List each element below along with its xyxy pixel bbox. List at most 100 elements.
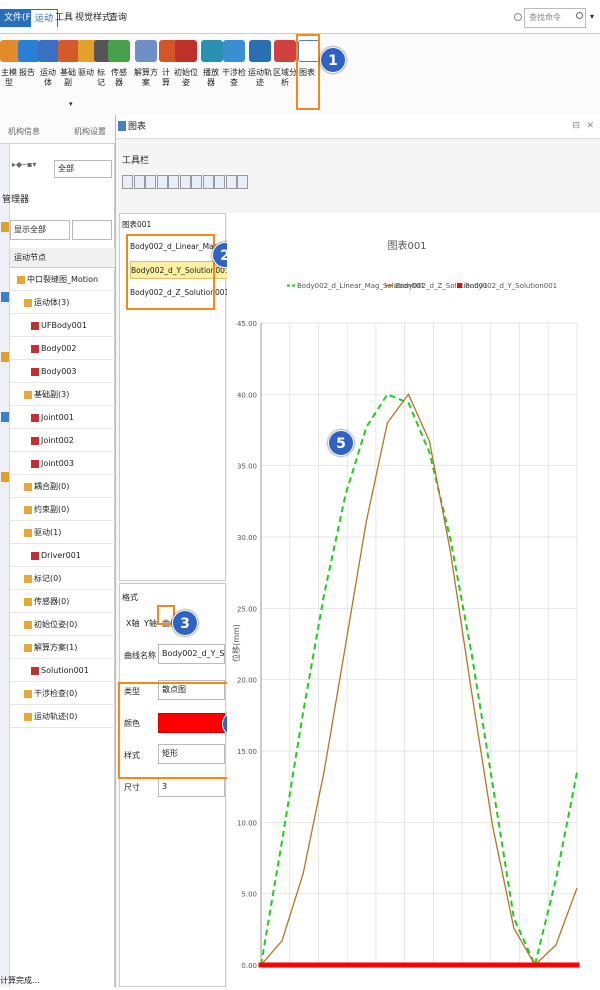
tree-node-label: 运动轨迹(0): [34, 712, 78, 721]
status-text: 计算完成...: [0, 976, 40, 985]
data-point-marker: [276, 962, 282, 968]
data-point-marker: [565, 962, 571, 968]
chart-toolbar-button[interactable]: [214, 175, 225, 189]
data-point-marker: [353, 962, 359, 968]
report-button[interactable]: 报告: [18, 36, 40, 116]
tree-node[interactable]: 运动体(3): [10, 291, 115, 314]
tree-node-icon: [24, 643, 32, 652]
data-point-marker: [497, 962, 503, 968]
toolbar-label: 工具栏: [122, 156, 150, 166]
tree-node[interactable]: 中口裂缝图_Motion: [10, 268, 115, 291]
tree-node[interactable]: 驱动(1): [10, 521, 115, 544]
base-joint-button[interactable]: 基础副: [58, 36, 80, 116]
chart-toolbar-button[interactable]: [237, 175, 248, 189]
tree-node-label: 驱动(1): [34, 528, 62, 537]
tree-node-label: 干涉检查(0): [34, 689, 78, 698]
tree-node-label: 传感器(0): [34, 597, 70, 606]
bell-icon[interactable]: [514, 13, 522, 21]
tree-node[interactable]: 干涉检查(0): [10, 682, 115, 705]
chart-toolbar-button[interactable]: [179, 175, 191, 189]
tree-node[interactable]: 解算方案(1): [10, 636, 115, 659]
sensor-button[interactable]: 传感器: [108, 36, 130, 116]
curve-name-field[interactable]: Body002_d_Y_Solution001: [158, 644, 225, 664]
tree-node-label: 初始位姿(0): [34, 620, 78, 629]
tool-icon-4[interactable]: [1, 412, 9, 422]
y-tick-label: 0.00: [241, 962, 257, 970]
data-point-marker: [533, 962, 539, 968]
chart-toolbar-button[interactable]: [133, 175, 145, 189]
tree-node-label: 标记(0): [34, 574, 62, 583]
driver-button[interactable]: 驱动: [78, 36, 100, 116]
area-analysis-button[interactable]: 区域分析: [273, 36, 297, 116]
data-point-marker: [371, 962, 377, 968]
tree-node[interactable]: 运动轨迹(0): [10, 705, 115, 728]
tool-icon-3[interactable]: [1, 352, 9, 362]
tool-icon-2[interactable]: [1, 292, 9, 302]
menu-query[interactable]: 查询: [105, 9, 131, 27]
y-tick-label: 35.00: [237, 463, 257, 471]
data-point-marker: [479, 962, 485, 968]
chart-toolbar-button[interactable]: [202, 175, 214, 189]
tree-node-label: Joint001: [41, 413, 74, 422]
data-point-marker: [348, 962, 354, 968]
data-point-marker: [470, 962, 476, 968]
player-button[interactable]: 播放器: [201, 36, 223, 116]
data-point-marker: [569, 962, 575, 968]
filter-icons[interactable]: ▸◆─▪▾: [12, 160, 52, 174]
tree-node[interactable]: Body003: [10, 360, 115, 383]
tree-node-label: 耦合副(0): [34, 482, 70, 491]
tree-node[interactable]: Joint002: [10, 429, 115, 452]
tree-node-icon: [24, 620, 32, 629]
tree-node[interactable]: Joint001: [10, 406, 115, 429]
chart-toolbar-button[interactable]: [225, 175, 237, 189]
tool-icon-5[interactable]: [1, 472, 9, 482]
chevron-down-icon[interactable]: ▾: [590, 12, 594, 21]
joint-icon: [58, 40, 80, 62]
tree-node[interactable]: Driver001: [10, 544, 115, 567]
tree-node[interactable]: UFBody001: [10, 314, 115, 337]
data-point-marker: [443, 962, 449, 968]
chart-toolbar-button[interactable]: [156, 175, 168, 189]
chart-toolbar-button[interactable]: [145, 175, 156, 189]
data-point-marker: [272, 962, 278, 968]
tree-node[interactable]: 基础副(3): [10, 383, 115, 406]
data-point-marker: [263, 962, 269, 968]
search-icon[interactable]: [576, 12, 583, 19]
motion-body-button[interactable]: 运动体: [38, 36, 60, 116]
tree-node[interactable]: Solution001: [10, 659, 115, 682]
data-point-marker: [317, 962, 323, 968]
calculate-button[interactable]: 计算: [159, 36, 181, 116]
expand-arrow-icon[interactable]: ▾: [69, 100, 73, 108]
tree-node[interactable]: Body002: [10, 337, 115, 360]
tree-node[interactable]: 标记(0): [10, 567, 115, 590]
chart-toolbar-button[interactable]: [168, 175, 179, 189]
series-root[interactable]: 图表001: [122, 216, 151, 234]
tree-node[interactable]: 初始位姿(0): [10, 613, 115, 636]
solution-button[interactable]: 解算方案: [133, 36, 159, 116]
display-filter-input[interactable]: [72, 220, 112, 240]
tab-y-axis[interactable]: Y轴: [144, 618, 157, 629]
filter-select[interactable]: 全部: [54, 160, 112, 178]
close-icon[interactable]: ✕: [586, 121, 594, 131]
tree-node[interactable]: 传感器(0): [10, 590, 115, 613]
tree-node[interactable]: Joint003: [10, 452, 115, 475]
initial-pose-button[interactable]: 初始位姿: [173, 36, 199, 116]
size-stepper[interactable]: 3: [158, 777, 225, 797]
main-model-button[interactable]: 主模型: [0, 36, 22, 116]
size-label: 尺寸: [124, 783, 140, 792]
chart-toolbar-button[interactable]: [191, 175, 202, 189]
chart-toolbar-button[interactable]: [122, 175, 133, 189]
data-point-marker: [398, 962, 404, 968]
tree-node[interactable]: 约束副(0): [10, 498, 115, 521]
tree-node[interactable]: 耦合副(0): [10, 475, 115, 498]
pin-icon[interactable]: ⊟: [572, 121, 580, 131]
tree-node-label: Body002: [41, 344, 77, 353]
tool-icon-1[interactable]: [1, 222, 9, 232]
tab-x-axis[interactable]: X轴: [126, 618, 139, 629]
data-point-marker: [515, 962, 521, 968]
display-all-select[interactable]: 显示全部: [10, 220, 70, 240]
motion-trace-button[interactable]: 运动轨迹: [247, 36, 273, 116]
marker-button[interactable]: 标记: [94, 36, 116, 116]
y-tick-label: 5.00: [241, 891, 257, 899]
interference-check-button[interactable]: 干涉检查: [221, 36, 247, 116]
